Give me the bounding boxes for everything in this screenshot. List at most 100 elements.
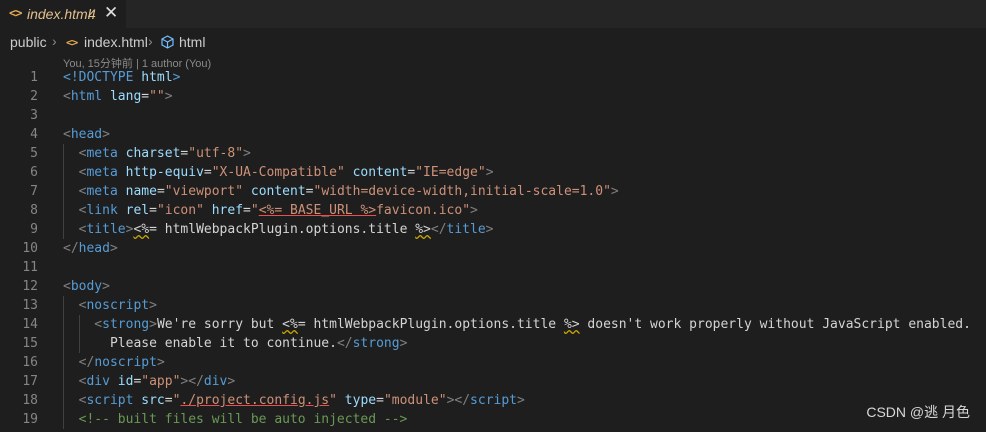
code-token: <!-- built files will be auto injected -… <box>63 412 408 427</box>
line-number: 7 <box>30 184 38 199</box>
breadcrumb-file[interactable]: index.html <box>84 34 148 50</box>
code-token: > <box>164 89 173 104</box>
code-line[interactable]: 17 <div id="app"></div> <box>0 372 986 391</box>
code-token: "width=device-width,initial-scale=1.0" <box>313 184 611 199</box>
code-text: <body> <box>63 277 110 296</box>
code-token: < <box>63 127 71 142</box>
code-line[interactable]: 5 <meta charset="utf-8"> <box>0 144 986 163</box>
code-token: = <box>156 184 165 199</box>
code-token: = htmlWebpackPlugin.options.title <box>297 317 564 332</box>
code-line[interactable]: 11 <box>0 258 986 277</box>
code-editor[interactable]: 1 <!DOCTYPE html> 2 <html lang=""> 3 4 <head> 5… <box>0 68 986 432</box>
code-token: < <box>63 165 87 180</box>
code-line[interactable]: 9 <title><%= htmlWebpackPlugin.options.t… <box>0 220 986 239</box>
code-line[interactable]: 7 <meta name="viewport" content="width=d… <box>0 182 986 201</box>
code-line[interactable]: 4 <head> <box>0 125 986 144</box>
code-token: > <box>109 241 118 256</box>
code-token: <!DOCTYPE <box>63 70 142 85</box>
code-token: > <box>149 317 157 332</box>
breadcrumb-element[interactable]: html <box>179 34 205 50</box>
code-token: > <box>485 165 494 180</box>
code-line[interactable]: 15 Please enable it to continue.</strong… <box>0 334 986 353</box>
code-token: type <box>336 393 377 408</box>
code-token: < <box>63 298 87 313</box>
code-text: </head> <box>63 239 118 258</box>
code-line[interactable]: 1 <!DOCTYPE html> <box>0 68 986 87</box>
line-number: 10 <box>22 241 38 256</box>
code-text: </noscript> <box>63 353 165 372</box>
code-line[interactable]: 18 <script src="./project.config.js" typ… <box>0 391 986 410</box>
code-line[interactable]: 6 <meta http-equiv="X-UA-Compatible" con… <box>0 163 986 182</box>
code-token: "utf-8" <box>188 146 244 161</box>
tab-label: index.html <box>27 6 91 22</box>
code-token: < <box>63 184 87 199</box>
code-token: < <box>63 374 87 389</box>
code-token: content <box>344 165 408 180</box>
line-number: 9 <box>30 222 38 237</box>
code-line[interactable]: 12 <body> <box>0 277 986 296</box>
code-token: </ <box>430 222 447 237</box>
code-token: body <box>70 279 103 294</box>
symbol-element-icon <box>160 35 175 52</box>
code-text: <meta charset="utf-8"> <box>63 144 251 163</box>
code-token: < <box>63 222 87 237</box>
code-token: rel <box>117 203 150 218</box>
indent-guide <box>63 296 64 429</box>
code-token: > <box>102 127 110 142</box>
code-token: > <box>485 222 494 237</box>
code-token: < <box>63 317 103 332</box>
code-token: "app" <box>141 374 181 389</box>
code-token: = <box>243 203 251 218</box>
line-number: 4 <box>30 127 38 142</box>
code-token: > <box>243 146 251 161</box>
code-token: noscript <box>86 298 150 313</box>
code-token: src <box>133 393 165 408</box>
code-token: title <box>86 222 126 237</box>
code-token: html <box>141 70 173 85</box>
code-token: strong <box>102 317 150 332</box>
code-token: </ <box>63 355 95 370</box>
close-icon[interactable]: ✕ <box>104 3 118 23</box>
code-token: ></ <box>180 374 204 389</box>
code-token: We're sorry but <box>156 317 283 332</box>
code-line[interactable]: 3 <box>0 106 986 125</box>
code-token: charset <box>117 146 181 161</box>
code-token: head <box>78 241 110 256</box>
code-token: div <box>86 374 110 389</box>
code-line[interactable]: 16 </noscript> <box>0 353 986 372</box>
tab-problem-count: 4 <box>88 6 96 22</box>
code-text: Please enable it to continue.</strong> <box>63 334 407 353</box>
code-token: = <box>203 165 212 180</box>
code-token: script <box>470 393 518 408</box>
code-token: name <box>117 184 157 199</box>
code-token: </ <box>336 336 353 351</box>
code-text: <html lang=""> <box>63 87 173 106</box>
code-line[interactable]: 8 <link rel="icon" href="<%= BASE_URL %>… <box>0 201 986 220</box>
code-token: = <box>305 184 314 199</box>
chevron-right-icon: › <box>52 33 57 49</box>
code-text: <title><%= htmlWebpackPlugin.options.tit… <box>63 220 494 239</box>
code-token: > <box>102 279 110 294</box>
code-token: ./project.config.js <box>180 393 330 408</box>
code-token: meta <box>86 165 118 180</box>
code-line[interactable]: 2 <html lang=""> <box>0 87 986 106</box>
code-token: = htmlWebpackPlugin.options.title <box>149 222 416 237</box>
html-file-icon: <> <box>9 6 22 20</box>
code-line[interactable]: 19 <!-- built files will be auto injecte… <box>0 410 986 429</box>
code-token: link <box>86 203 118 218</box>
code-token: < <box>63 203 87 218</box>
code-token: "module" <box>383 393 447 408</box>
breadcrumb-folder[interactable]: public <box>10 34 47 50</box>
code-token: > <box>149 298 157 313</box>
code-text: <!DOCTYPE html> <box>63 68 180 87</box>
code-token: %> <box>563 317 580 332</box>
code-line[interactable]: 14 <strong>We're sorry but <%= htmlWebpa… <box>0 315 986 334</box>
code-token: > <box>399 336 408 351</box>
code-line[interactable]: 10 </head> <box>0 239 986 258</box>
code-token: > <box>172 70 181 85</box>
code-text: <link rel="icon" href="<%= BASE_URL %>fa… <box>63 201 478 220</box>
tab-index-html[interactable]: <> index.html 4 ✕ <box>0 0 126 28</box>
code-token: meta <box>86 184 118 199</box>
code-line[interactable]: 13 <noscript> <box>0 296 986 315</box>
line-number: 8 <box>30 203 38 218</box>
